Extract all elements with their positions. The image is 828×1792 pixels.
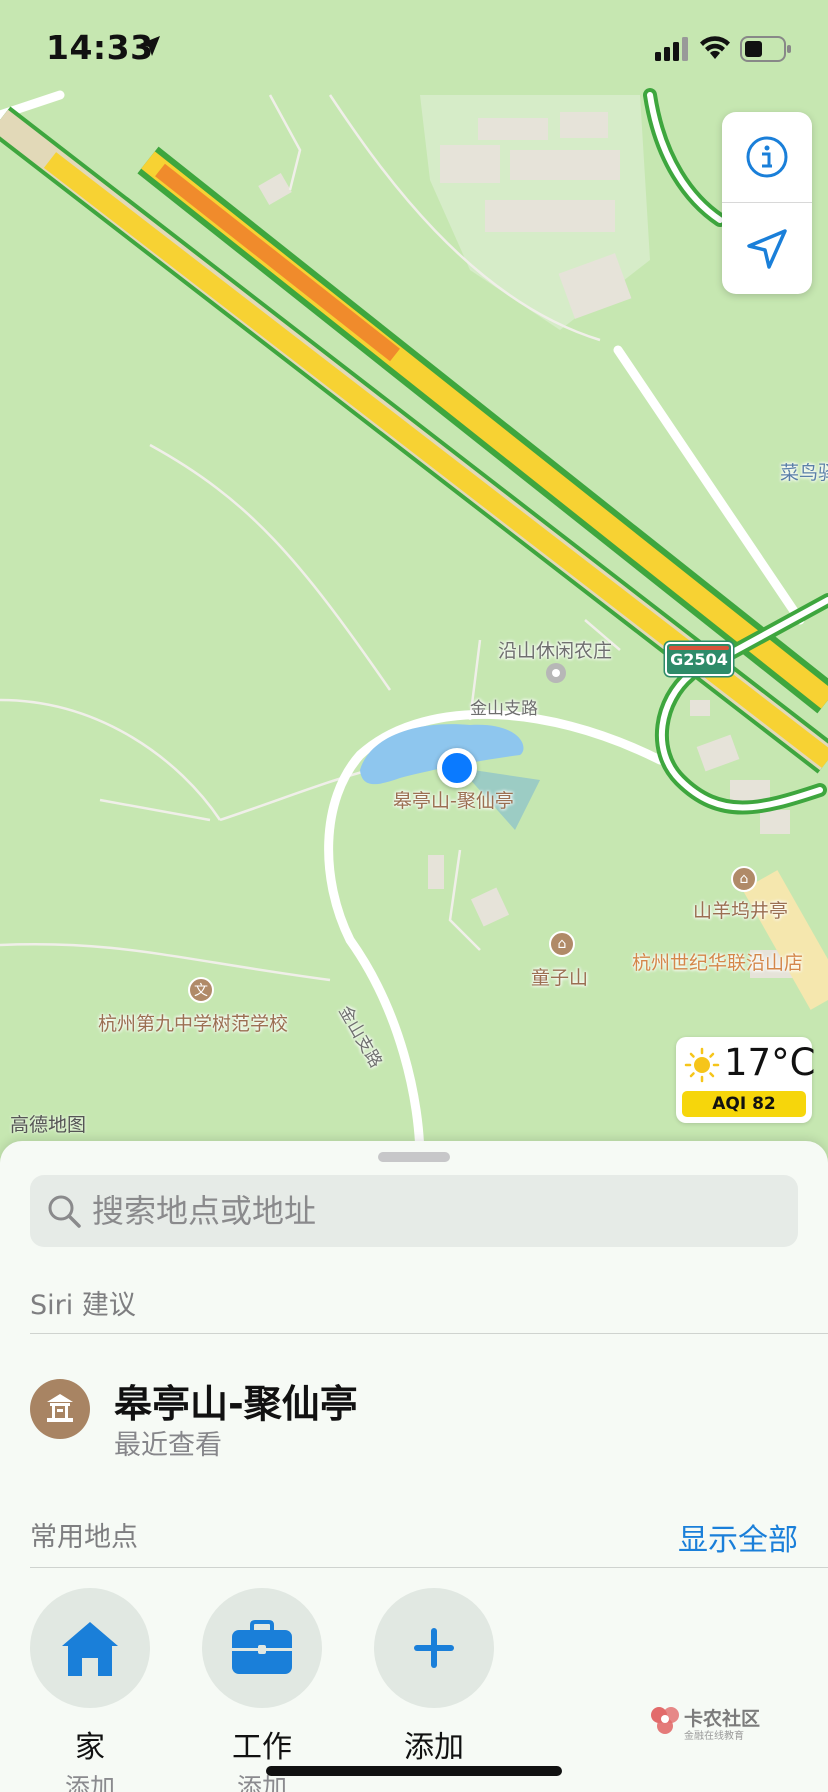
- map-canvas: [0, 0, 828, 1160]
- siri-suggestion-item[interactable]: 皋亭山-聚仙亭 最近查看: [0, 1361, 828, 1461]
- map-label-cainiao[interactable]: 菜鸟驿: [780, 458, 828, 485]
- weather-widget[interactable]: 17°C AQI 82: [676, 1037, 816, 1123]
- user-location-dot[interactable]: [437, 748, 477, 788]
- favorite-label: 家: [75, 1730, 105, 1765]
- map-controls: [722, 112, 812, 294]
- favorite-home-circle[interactable]: [30, 1588, 150, 1708]
- map-label-jinshan-road-top: 金山支路: [470, 699, 538, 719]
- search-icon: [48, 1195, 81, 1228]
- favorite-work[interactable]: 工作 添加: [202, 1588, 322, 1792]
- map-poi-dot[interactable]: [545, 662, 566, 683]
- map-label-school[interactable]: 杭州第九中学树范学校: [98, 1009, 288, 1036]
- map-label-tongzishan[interactable]: 童子山: [531, 963, 588, 990]
- cellular-signal-icon: [655, 37, 688, 61]
- favorite-sub: 添加: [64, 1773, 115, 1792]
- school-poi-icon[interactable]: 文: [188, 977, 214, 1003]
- favorite-work-circle[interactable]: [202, 1588, 322, 1708]
- wifi-icon: [700, 36, 730, 59]
- favorite-label: 添加: [404, 1730, 464, 1765]
- location-services-icon: [140, 36, 160, 56]
- favorite-home[interactable]: 家 添加: [30, 1588, 150, 1792]
- briefcase-icon: [232, 1620, 292, 1674]
- sheet-grabber[interactable]: [378, 1152, 450, 1162]
- sun-icon: [684, 1047, 720, 1083]
- highway-shield: G2504: [665, 642, 733, 676]
- suggestion-subtitle: 最近查看: [114, 1430, 222, 1461]
- map-label-hangzhou-shop[interactable]: 杭州世纪华联沿山店: [632, 948, 803, 975]
- show-all-button[interactable]: 显示全部: [678, 1515, 798, 1559]
- search-bar[interactable]: [30, 1175, 798, 1247]
- map-label-gaoting[interactable]: 皋亭山-聚仙亭: [393, 786, 514, 813]
- bottom-sheet: Siri 建议 皋亭山-聚仙亭 最近查看 常用地点 显示全部 家 添加: [0, 1141, 828, 1792]
- pavilion-poi-icon[interactable]: ⌂: [731, 866, 757, 892]
- navigation-arrow-icon: [747, 229, 787, 269]
- map-attribution[interactable]: 高德地图: [10, 1110, 86, 1137]
- aqi-badge: AQI 82: [682, 1091, 806, 1117]
- watermark-logo-icon: [651, 1707, 679, 1734]
- watermark: 卡农社区 金融在线教育: [648, 1702, 768, 1742]
- mountain-poi-icon[interactable]: ⌂: [549, 931, 575, 957]
- favorites-header: 常用地点: [30, 1522, 138, 1553]
- battery-icon: [740, 36, 791, 62]
- weather-temperature: 17°C: [724, 1041, 816, 1084]
- home-indicator[interactable]: [266, 1766, 562, 1776]
- map-label-shanyangwu[interactable]: 山羊坞井亭: [693, 896, 788, 923]
- siri-suggestions-header: Siri 建议: [30, 1290, 136, 1321]
- pavilion-icon: [30, 1379, 90, 1439]
- plus-icon: [414, 1628, 454, 1668]
- info-icon: [746, 136, 788, 178]
- section-divider: [30, 1567, 828, 1568]
- suggestion-title: 皋亭山-聚仙亭: [114, 1382, 358, 1426]
- section-divider: [30, 1333, 828, 1334]
- map-label-yanshan-farm[interactable]: 沿山休闲农庄: [498, 636, 612, 663]
- favorite-label: 工作: [232, 1730, 292, 1765]
- favorite-add[interactable]: 添加: [374, 1588, 494, 1766]
- search-input[interactable]: [92, 1175, 782, 1247]
- status-bar: 14:33: [0, 0, 828, 100]
- map-view[interactable]: 菜鸟驿 沿山休闲农庄 金山支路 G2504 皋亭山-聚仙亭 ⌂ 山羊坞井亭 杭州…: [0, 0, 828, 1160]
- favorite-add-circle[interactable]: [374, 1588, 494, 1708]
- locate-me-button[interactable]: [722, 204, 812, 294]
- house-icon: [62, 1622, 118, 1676]
- map-info-button[interactable]: [722, 112, 812, 203]
- watermark-tagline: 金融在线教育: [684, 1731, 744, 1742]
- poi-dot-icon: [546, 663, 566, 683]
